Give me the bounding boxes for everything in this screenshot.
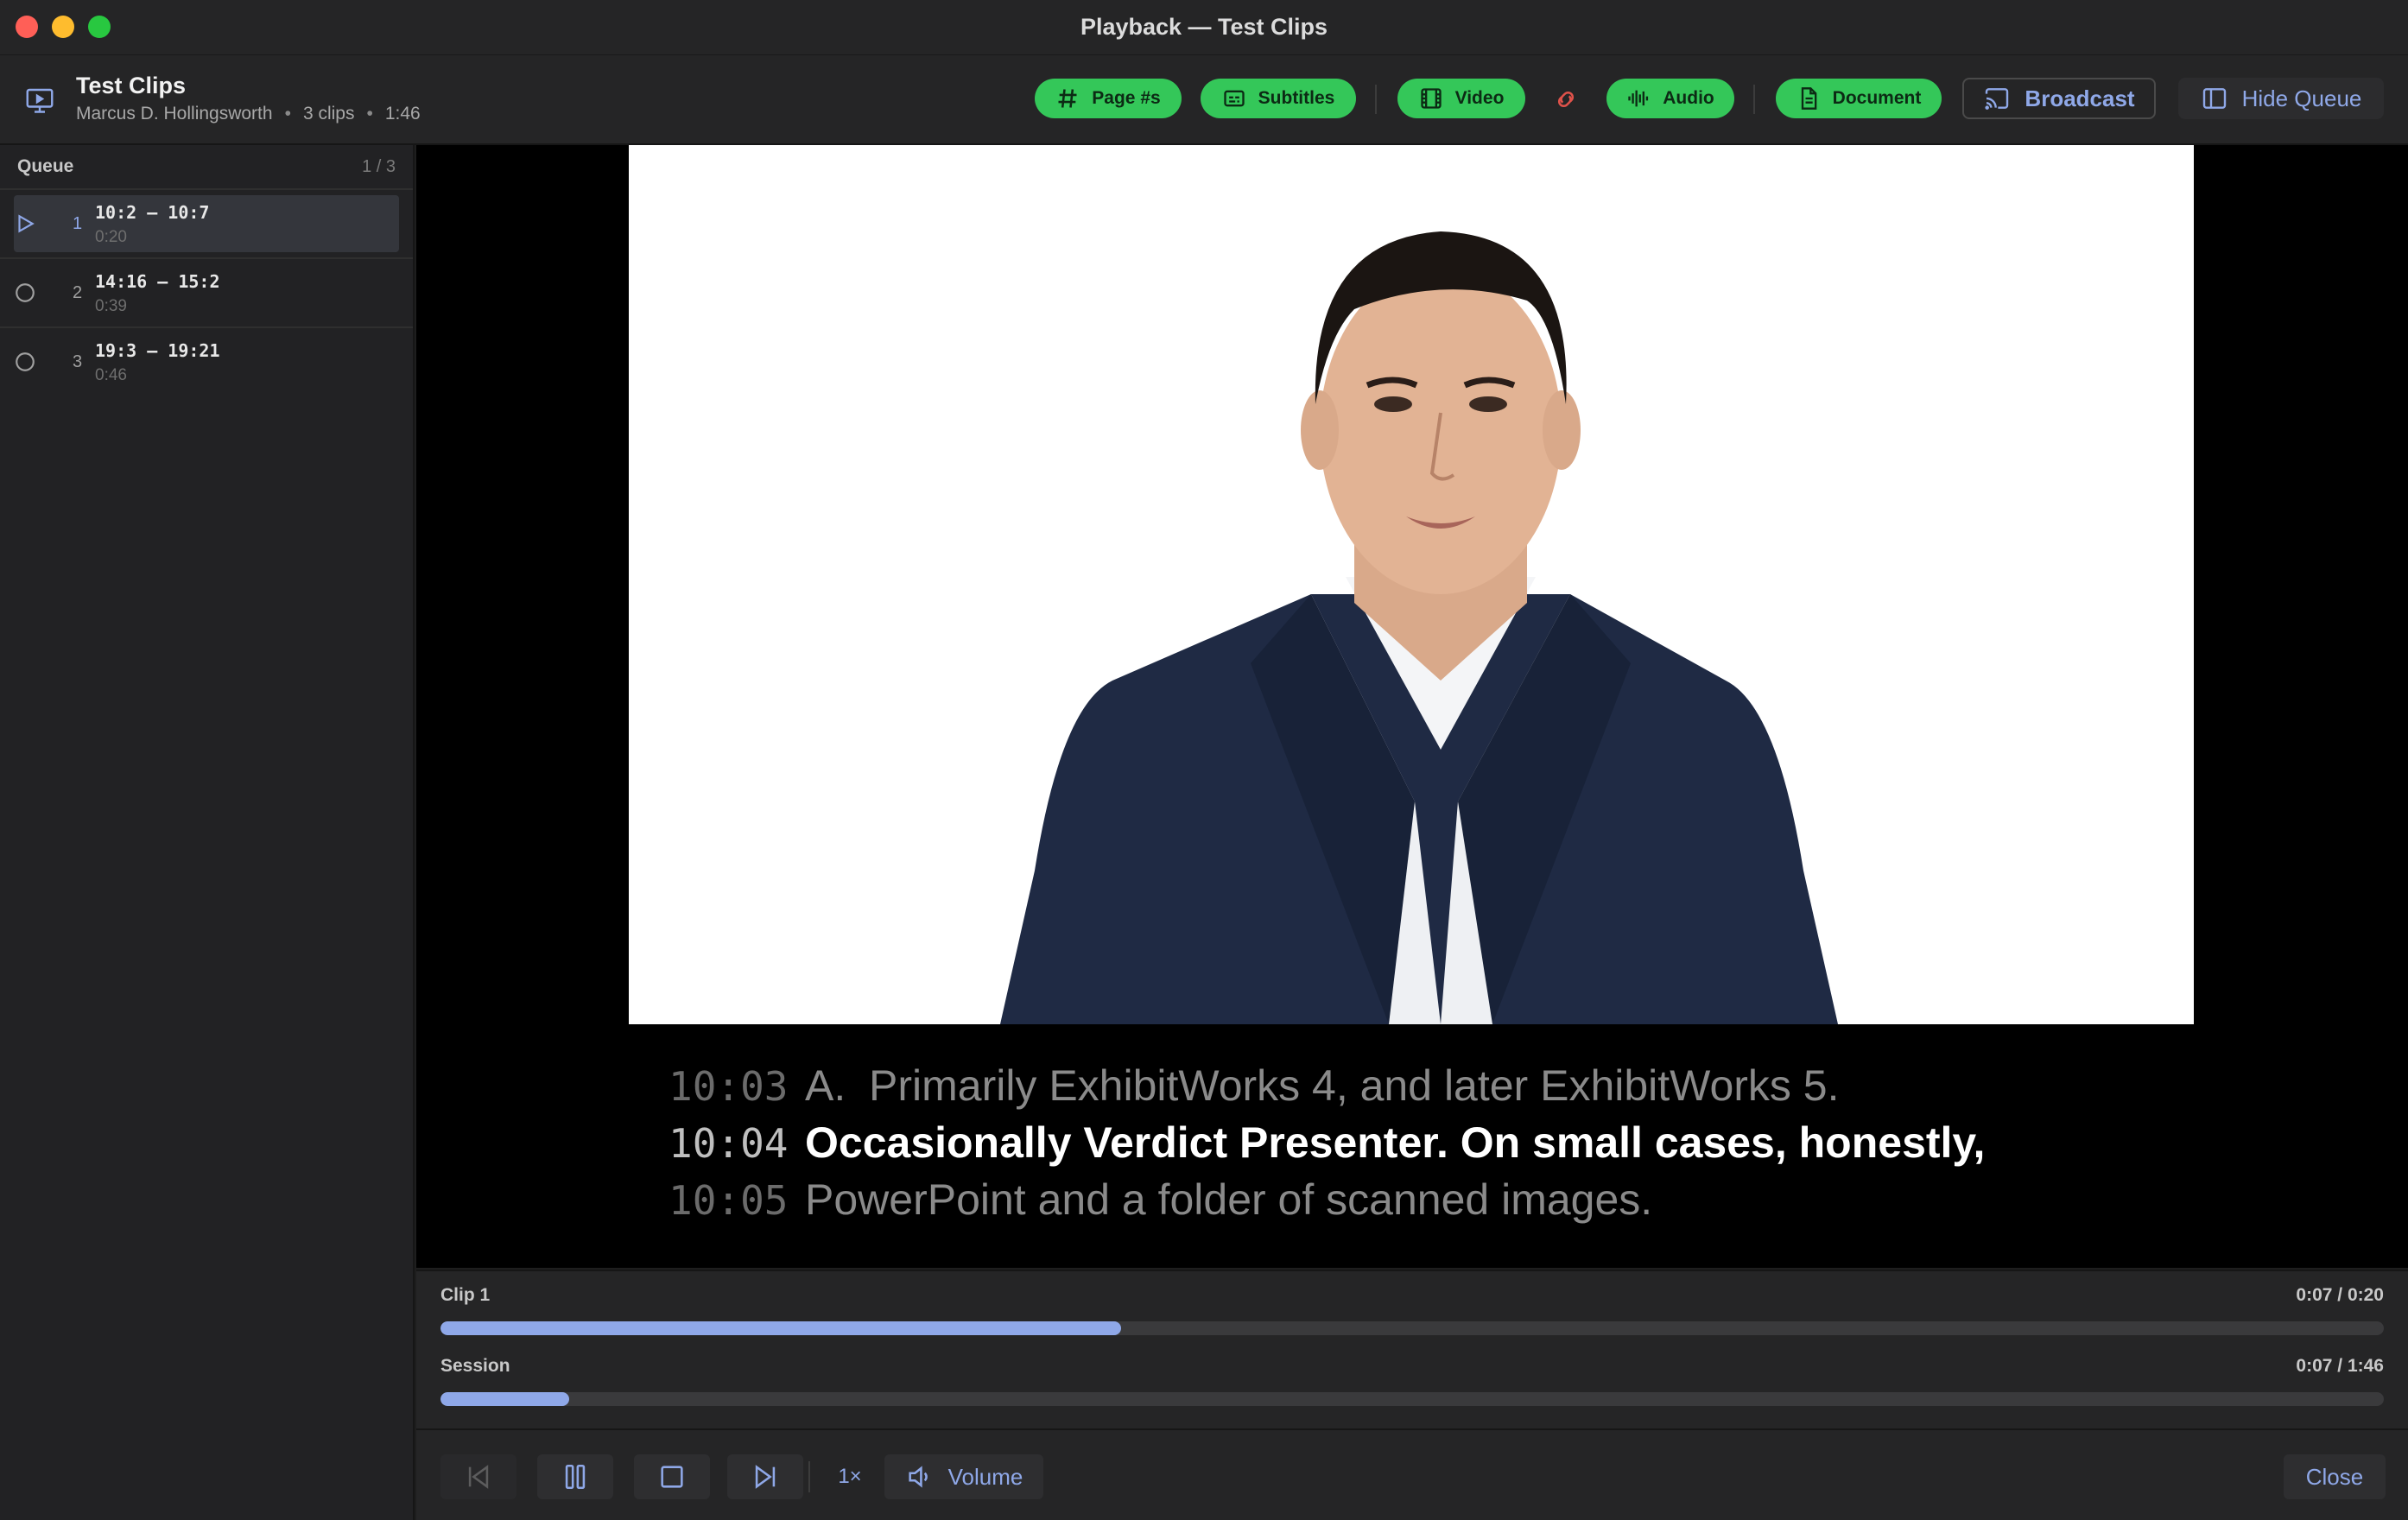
video-frame[interactable] [629,145,2194,1024]
pause-icon [565,1464,586,1490]
queue-item-duration: 0:39 [95,297,127,315]
volume-button[interactable]: Volume [884,1454,1043,1499]
toolbar-divider [1753,85,1755,114]
skip-forward-icon [755,1465,776,1489]
page-numbers-label: Page #s [1092,88,1161,108]
sidebar-icon [2202,88,2226,109]
next-clip-button[interactable] [727,1454,803,1499]
audio-toggle[interactable]: Audio [1606,79,1734,118]
pause-button[interactable] [537,1454,613,1499]
queue-item-index: 1 [73,214,83,233]
transcript-line-text: Primarily ExhibitWorks 4, and later Exhi… [869,1061,1840,1110]
video-label: Video [1454,88,1505,108]
session-title: Test Clips [76,73,187,98]
volume-label: Volume [947,1463,1023,1490]
playback-controls: 1× Volume Close [416,1428,2408,1520]
video-stage: 10:03 A. Primarily ExhibitWorks 4, and la… [416,145,2408,1268]
witness-video-image [629,145,2194,1024]
transcript-line: 10:05 PowerPoint and a folder of scanned… [669,1175,2310,1232]
subtitles-toggle[interactable]: Subtitles [1201,79,1356,118]
transcript-line-text: Occasionally Verdict Presenter. On small… [805,1118,1986,1167]
session-progress-fill [440,1392,569,1406]
session-progress-bar[interactable] [440,1392,2384,1406]
queue-item-duration: 0:20 [95,228,127,246]
clip-count: 3 clips [302,104,355,124]
clip-progress-time: 0:07 / 0:20 [2296,1285,2384,1305]
queue-title: Queue [17,156,74,176]
playback-speed-button[interactable]: 1× [822,1454,878,1499]
subtitles-label: Subtitles [1258,88,1335,108]
document-label: Document [1832,88,1922,108]
pending-circle-icon [16,352,35,371]
queue-item[interactable]: 1 10:2 — 10:7 0:20 [0,190,413,259]
queue-item[interactable]: 3 19:3 — 19:21 0:46 [0,328,413,397]
playback-header: Test Clips Marcus D. Hollingsworth • 3 c… [0,55,2408,145]
page-numbers-toggle[interactable]: Page #s [1035,79,1182,118]
queue-position: 1 / 3 [362,156,396,176]
progress-panel: Clip 1 0:07 / 0:20 Session 0:07 / 1:46 [416,1270,2408,1428]
session-progress-label: Session [440,1356,510,1376]
hide-queue-label: Hide Queue [2241,85,2362,111]
hide-queue-button[interactable]: Hide Queue [2178,78,2384,119]
total-duration: 1:46 [384,104,421,124]
transcript-line-number: 10:05 [669,1177,789,1224]
queue-header: Queue 1 / 3 [0,145,413,190]
witness-name: Marcus D. Hollingsworth [76,104,273,124]
document-icon [1801,87,1816,110]
transcript-line-text: PowerPoint and a folder of scanned image… [805,1175,1653,1224]
audio-label: Audio [1663,88,1714,108]
session-meta: Marcus D. Hollingsworth • 3 clips • 1:46 [76,104,421,124]
session-progress-time: 0:07 / 1:46 [2296,1356,2384,1376]
linked-indicator-icon [1557,91,1575,108]
speaker-prefix: A. [805,1061,846,1110]
meta-separator: • [366,104,373,124]
queue-sidebar: Queue 1 / 3 1 10:2 — 10:7 0:20 2 14:16 —… [0,145,415,1520]
transcript-line-current: 10:04 Occasionally Verdict Presenter. On… [669,1118,2310,1175]
window-minimize-button[interactable] [52,16,74,38]
transcript-text: A. Primarily ExhibitWorks 4, and later Ex… [805,1061,1840,1111]
window-title: Playback — Test Clips [1080,14,1328,40]
hash-icon [1058,89,1077,108]
queue-item-range: 14:16 — 15:2 [95,271,220,292]
video-toggle[interactable]: Video [1397,79,1525,118]
queue-item-range: 10:2 — 10:7 [95,202,210,223]
play-icon [18,214,35,233]
broadcast-button[interactable]: Broadcast [1962,78,2156,119]
window-close-button[interactable] [16,16,38,38]
window-controls [16,16,111,38]
document-toggle[interactable]: Document [1776,79,1942,118]
queue-item[interactable]: 2 14:16 — 15:2 0:39 [0,259,413,328]
close-button[interactable]: Close [2284,1454,2386,1499]
queue-item-range: 19:3 — 19:21 [95,340,220,361]
clip-progress-label: Clip 1 [440,1285,491,1305]
queue-item-index: 2 [73,283,83,302]
broadcast-label: Broadcast [2025,85,2135,111]
stop-icon [661,1466,683,1488]
cast-icon [1985,88,2009,110]
clip-progress-fill [440,1321,1121,1335]
transcript-line-number: 10:04 [669,1120,789,1167]
transcript-line: 10:03 A. Primarily ExhibitWorks 4, and la… [669,1061,2310,1118]
stop-button[interactable] [634,1454,710,1499]
toolbar-divider [1375,85,1377,114]
monitor-play-icon [26,88,54,113]
queue-item-index: 3 [73,352,83,371]
film-icon [1420,88,1442,109]
transcript-panel: 10:03 A. Primarily ExhibitWorks 4, and la… [669,1061,2310,1232]
speaker-icon [909,1466,928,1488]
waveform-icon [1628,90,1649,107]
previous-clip-button[interactable] [440,1454,516,1499]
queue-item-duration: 0:46 [95,366,127,384]
controls-divider [808,1461,810,1492]
transcript-line-number: 10:03 [669,1063,789,1110]
captions-icon [1223,90,1245,107]
pending-circle-icon [16,283,35,302]
title-bar: Playback — Test Clips [0,0,2408,55]
meta-separator: • [284,104,291,124]
skip-back-icon [468,1465,489,1489]
window-maximize-button[interactable] [88,16,111,38]
clip-progress-bar[interactable] [440,1321,2384,1335]
